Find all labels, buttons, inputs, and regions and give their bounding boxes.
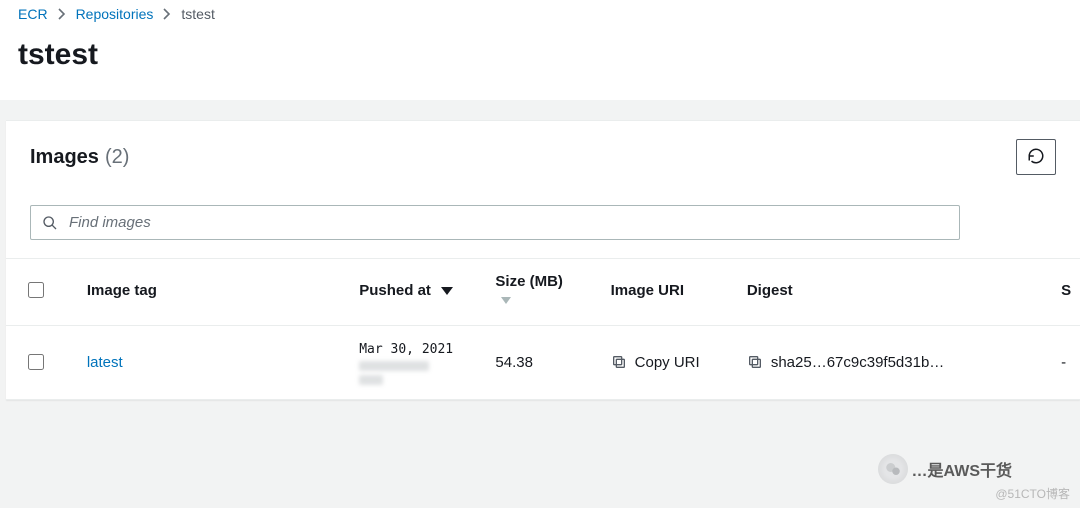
breadcrumb-ecr[interactable]: ECR (18, 6, 48, 22)
col-image-tag[interactable]: Image tag (69, 259, 341, 325)
col-scan-status[interactable]: S (1043, 259, 1080, 325)
images-table: Image tag Pushed at Size (MB) Image URI (6, 259, 1080, 400)
scan-status-value: - (1061, 354, 1066, 371)
row-checkbox[interactable] (28, 354, 44, 370)
pushed-at-value: Mar 30, 2021 (359, 342, 453, 357)
blurred-text (359, 375, 383, 385)
breadcrumb: ECR Repositories tstest (0, 0, 1080, 28)
search-box (30, 205, 960, 240)
panel-title: Images (30, 146, 99, 169)
search-input[interactable] (30, 205, 960, 240)
table-row: latest Mar 30, 2021 54.38 (6, 325, 1080, 399)
copy-icon (611, 354, 627, 370)
breadcrumb-repositories[interactable]: Repositories (76, 6, 154, 22)
col-pushed-at[interactable]: Pushed at (341, 259, 477, 325)
blurred-text (359, 361, 429, 371)
sort-desc-icon (441, 287, 453, 295)
copy-uri-button[interactable]: Copy URI (611, 354, 711, 371)
image-tag-link[interactable]: latest (87, 354, 123, 371)
page-title: tstest (18, 38, 1062, 72)
breadcrumb-current: tstest (181, 6, 214, 22)
refresh-icon (1027, 147, 1045, 168)
size-value: 54.38 (495, 354, 533, 371)
cto-watermark: @51CTO博客 (995, 485, 1070, 502)
wechat-icon (878, 454, 908, 484)
copy-uri-label: Copy URI (635, 354, 700, 371)
sort-icon (501, 297, 511, 304)
refresh-button[interactable] (1016, 139, 1056, 175)
images-panel: Images (2) (6, 120, 1080, 400)
wechat-watermark: …是AWS干货 (878, 454, 1012, 484)
col-size[interactable]: Size (MB) (477, 259, 592, 325)
search-icon (42, 215, 58, 231)
col-image-uri[interactable]: Image URI (593, 259, 729, 325)
digest-value[interactable]: sha25…67c9c39f5d31b… (771, 354, 944, 371)
copy-icon[interactable] (747, 354, 763, 370)
title-area: tstest (0, 28, 1080, 100)
panel-count: (2) (105, 146, 129, 169)
select-all-checkbox[interactable] (28, 282, 44, 298)
col-digest[interactable]: Digest (729, 259, 1043, 325)
chevron-right-icon (58, 8, 66, 20)
chevron-right-icon (163, 8, 171, 20)
